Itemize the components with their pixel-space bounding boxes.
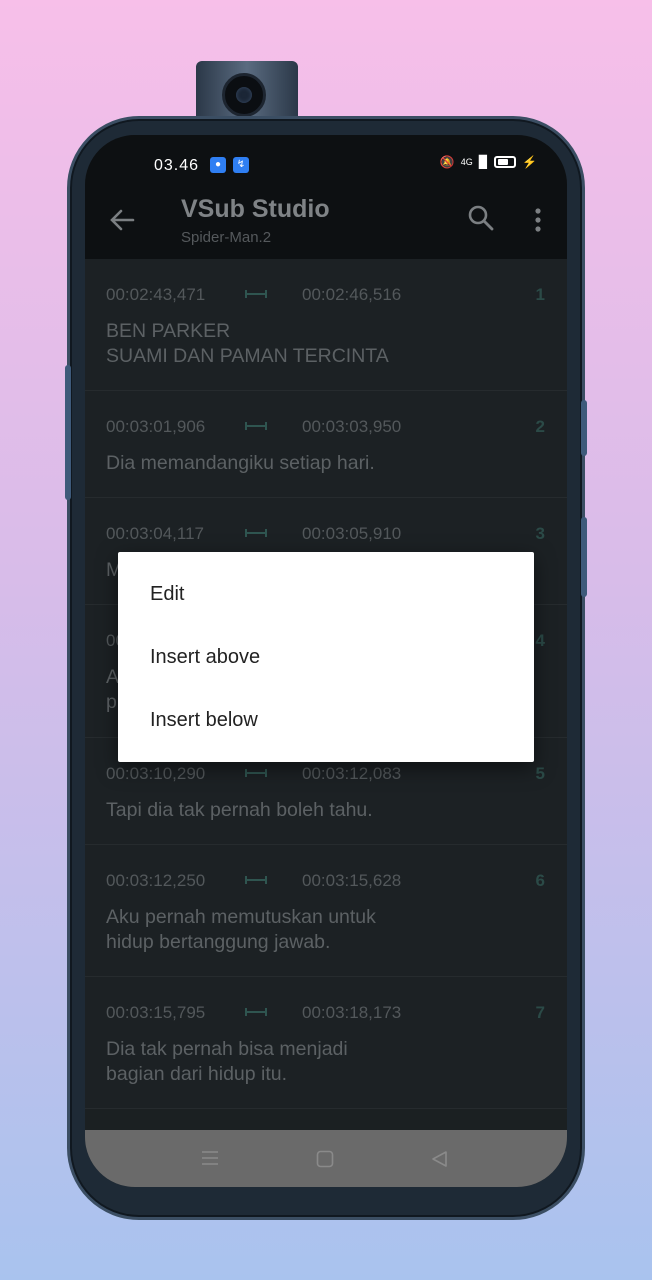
charging-icon: ⚡ — [522, 155, 537, 169]
subtitle-index: 1 — [535, 285, 545, 304]
start-time: 00:03:15,795 — [106, 1003, 206, 1022]
recents-icon[interactable] — [201, 1150, 219, 1166]
start-time: 00:03:10,290 — [106, 764, 206, 783]
subtitle-item[interactable]: 00:03:12,250 00:03:15,628 6 Aku pernah m… — [85, 845, 567, 977]
menu-item-edit[interactable]: Edit — [118, 563, 534, 625]
home-icon[interactable] — [316, 1150, 334, 1168]
end-time: 00:03:05,910 — [302, 524, 402, 543]
range-arrow-icon — [245, 290, 267, 298]
subtitle-text: Dia memandangiku setiap hari. — [106, 452, 375, 474]
camera-popup — [196, 61, 298, 121]
status-right: 🔕 4G ▉ ⚡ — [440, 155, 537, 169]
end-time: 00:03:03,950 — [302, 417, 402, 436]
range-arrow-icon — [245, 1008, 267, 1016]
battery-icon — [494, 156, 517, 168]
app-bar: VSub Studio Spider-Man.2 — [85, 195, 567, 259]
end-time: 00:03:15,628 — [302, 871, 402, 890]
status-time: 03.46 — [154, 157, 200, 174]
end-time: 00:02:46,516 — [302, 285, 402, 304]
search-icon[interactable] — [466, 203, 496, 233]
subtitle-index: 2 — [535, 417, 545, 436]
end-time: 00:03:18,173 — [302, 1003, 402, 1022]
range-arrow-icon — [245, 529, 267, 537]
usb-icon: ↯ — [233, 157, 249, 173]
side-button — [65, 365, 71, 500]
end-time: 00:03:12,083 — [302, 764, 402, 783]
menu-item-insert-above[interactable]: Insert above — [118, 626, 534, 688]
start-time: 00:03:01,906 — [106, 417, 206, 436]
subtitle-text: Aku pernah memutuskan untuk hidup bertan… — [106, 906, 376, 953]
range-arrow-icon — [245, 876, 267, 884]
more-options-icon[interactable] — [525, 205, 551, 235]
file-name-subtitle: Spider-Man.2 — [181, 229, 272, 246]
subtitle-index: 7 — [535, 1003, 545, 1022]
subtitle-index: 5 — [535, 764, 545, 783]
subtitle-item[interactable]: 00:03:15,795 00:03:18,173 7 Dia tak pern… — [85, 977, 567, 1109]
back-nav-icon[interactable] — [430, 1150, 448, 1168]
start-time: 00:03:04,117 — [106, 524, 204, 543]
app-title: VSub Studio — [181, 195, 330, 223]
context-menu-dialog: Edit Insert above Insert below — [118, 552, 534, 762]
start-time: 00:03:12,250 — [106, 871, 206, 890]
side-button — [581, 517, 587, 597]
navigation-bar — [85, 1130, 567, 1187]
android-icon: ● — [210, 157, 226, 173]
back-arrow-icon[interactable] — [107, 205, 137, 235]
status-bar: 03.46 ● ↯ 🔕 4G ▉ ⚡ — [85, 135, 567, 195]
mute-vibrate-icon: 🔕 — [439, 155, 455, 169]
subtitle-item[interactable]: 00:03:01,906 00:03:03,950 2 Dia memandan… — [85, 391, 567, 498]
menu-item-insert-below[interactable]: Insert below — [118, 689, 534, 751]
side-button — [581, 400, 587, 456]
range-arrow-icon — [245, 769, 267, 777]
signal-icon: ▉ — [478, 155, 489, 169]
subtitle-text: BEN PARKER SUAMI DAN PAMAN TERCINTA — [106, 320, 389, 367]
subtitle-index: 4 — [535, 631, 545, 650]
network-label: 4G — [460, 157, 473, 167]
subtitle-text: Dia tak pernah bisa menjadi bagian dari … — [106, 1038, 348, 1085]
subtitle-text: Tapi dia tak pernah boleh tahu. — [106, 799, 373, 821]
subtitle-item[interactable]: 00:02:43,471 00:02:46,516 1 BEN PARKER S… — [85, 259, 567, 391]
subtitle-index: 3 — [535, 524, 545, 543]
subtitle-index: 6 — [535, 871, 545, 890]
range-arrow-icon — [245, 422, 267, 430]
camera-lens — [222, 73, 266, 117]
start-time: 00:02:43,471 — [106, 285, 206, 304]
